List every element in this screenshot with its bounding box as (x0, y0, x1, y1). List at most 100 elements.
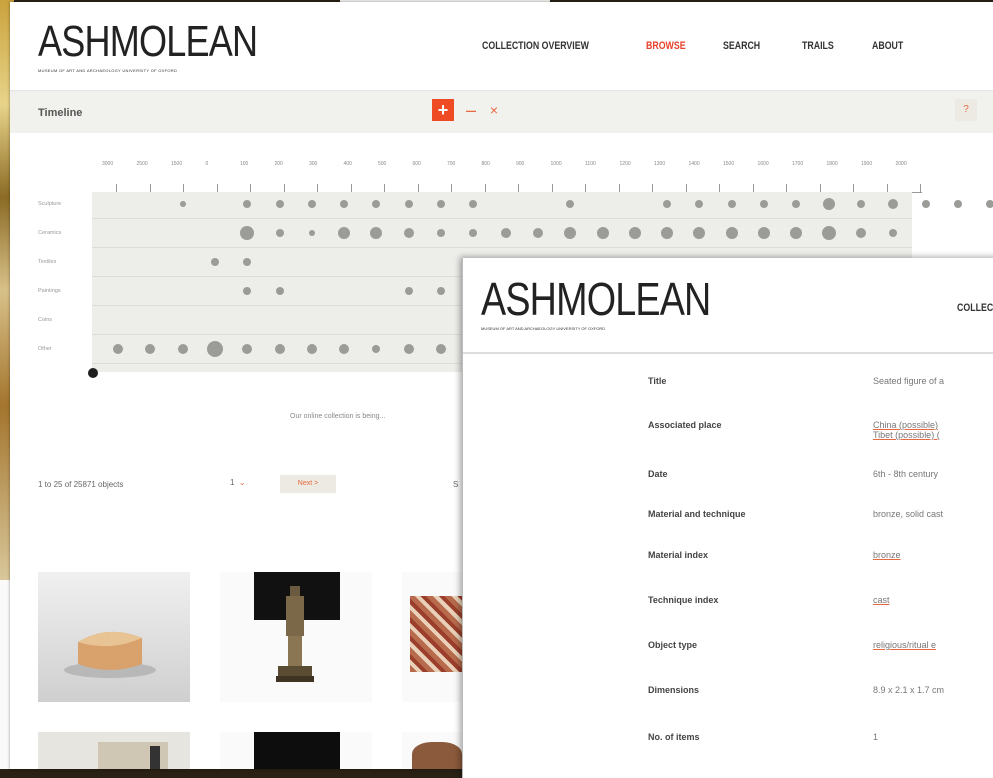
year-label: 700 (447, 161, 456, 167)
field-value[interactable]: bronze (873, 550, 901, 560)
nav-about[interactable]: ABOUT (872, 40, 903, 52)
timeline-dot[interactable] (436, 344, 446, 354)
timeline-dot[interactable] (532, 228, 543, 238)
timeline-dot[interactable] (564, 227, 577, 239)
timeline-dot[interactable] (275, 287, 284, 295)
timeline-dot[interactable] (889, 229, 898, 237)
timeline-dot[interactable] (628, 227, 641, 239)
timeline-dot[interactable] (274, 344, 285, 354)
timeline-dot[interactable] (240, 226, 255, 240)
timeline-dot[interactable] (822, 198, 835, 210)
timeline-tick (886, 184, 888, 192)
timeline-dot[interactable] (790, 227, 803, 239)
timeline-dot[interactable] (437, 287, 445, 295)
timeline-dot[interactable] (695, 200, 704, 208)
timeline-dot[interactable] (210, 258, 219, 266)
object-thumbnail[interactable] (220, 732, 372, 769)
timeline-dot[interactable] (338, 227, 351, 239)
field-value-text: religious/ritual e (873, 640, 937, 650)
timeline-drag-handle[interactable] (88, 368, 98, 378)
timeline-dot[interactable] (113, 344, 123, 354)
timeline-dot[interactable] (437, 229, 445, 237)
timeline-dot[interactable] (177, 344, 188, 354)
timeline-dot[interactable] (403, 228, 414, 238)
timeline-dot[interactable] (725, 227, 738, 239)
timeline-dot[interactable] (792, 200, 801, 208)
timeline-dot[interactable] (340, 200, 349, 208)
timeline-dot[interactable] (437, 200, 445, 208)
timeline-dot[interactable] (307, 200, 316, 208)
ashmolean-logo[interactable]: ASHMOLEAN (481, 276, 711, 322)
help-button[interactable]: ? (955, 99, 977, 121)
timeline-dot[interactable] (242, 344, 253, 354)
timeline-dot[interactable] (404, 287, 413, 295)
year-label: 300 (309, 161, 318, 167)
timeline-dot[interactable] (308, 230, 315, 236)
timeline-dot[interactable] (727, 200, 736, 208)
object-thumbnail[interactable] (38, 572, 190, 702)
field-value[interactable]: cast (873, 595, 890, 605)
nav-trails[interactable]: TRAILS (802, 40, 834, 52)
field-label: Date (648, 469, 668, 479)
timeline-dot[interactable] (855, 228, 866, 238)
timeline-tick (585, 184, 586, 192)
timeline-dot[interactable] (758, 227, 770, 239)
timeline-dot[interactable] (596, 227, 609, 239)
timeline-dot[interactable] (275, 200, 284, 208)
zoom-in-button[interactable]: + (432, 99, 454, 121)
timeline-dot[interactable] (921, 200, 930, 208)
timeline-dot[interactable] (693, 227, 706, 239)
year-label: 1300 (654, 161, 666, 167)
object-thumbnail[interactable] (220, 572, 372, 702)
timeline-dot[interactable] (661, 227, 674, 239)
nav-collection-overview[interactable]: COLLEC (957, 302, 993, 314)
logo-subtext: MUSEUM OF ART AND ARCHAEOLOGY UNIVERSITY… (481, 326, 606, 331)
field-value[interactable]: China (possible) Tibet (possible) ( (873, 420, 940, 440)
timeline-dot[interactable] (370, 227, 383, 239)
next-page-button[interactable]: Next > (280, 475, 336, 493)
timeline-dot[interactable] (206, 341, 223, 357)
timeline-dot[interactable] (566, 200, 575, 208)
ashmolean-logo[interactable]: ASHMOLEAN (38, 20, 258, 64)
timeline-dot[interactable] (953, 200, 962, 208)
timeline-tick (752, 184, 754, 192)
timeline-dot[interactable] (243, 258, 252, 266)
field-value: 6th - 8th century (873, 469, 938, 479)
field-value-text: 8.9 x 2.1 x 1.7 cm (873, 685, 945, 695)
timeline-tick (551, 184, 553, 192)
field-value[interactable]: religious/ritual e (873, 640, 936, 650)
timeline-dot[interactable] (469, 229, 478, 237)
timeline-dot[interactable] (404, 200, 413, 208)
timeline-tick (518, 184, 519, 192)
timeline-dot[interactable] (179, 201, 186, 207)
timeline-dot[interactable] (275, 229, 284, 237)
timeline-dot[interactable] (760, 200, 768, 208)
nav-browse[interactable]: BROWSE (646, 40, 686, 52)
timeline-dot[interactable] (663, 200, 672, 208)
reset-button[interactable]: × (483, 99, 505, 121)
page-select[interactable]: 1 ⌄ (230, 478, 246, 487)
nav-collection-overview[interactable]: COLLECTION OVERVIEW (482, 40, 589, 52)
timeline-dot[interactable] (403, 344, 414, 354)
timeline-dot[interactable] (339, 344, 350, 354)
timeline-dot[interactable] (243, 200, 252, 208)
timeline-dot[interactable] (821, 226, 836, 240)
timeline-dot[interactable] (500, 228, 511, 238)
timeline-tick (216, 184, 218, 192)
sort-control[interactable]: S (453, 480, 458, 489)
object-thumbnail[interactable] (38, 732, 190, 769)
timeline-dot[interactable] (145, 344, 156, 354)
timeline-tick (920, 184, 921, 192)
timeline-tick (719, 184, 720, 192)
timeline-dot[interactable] (243, 287, 252, 295)
timeline-dot[interactable] (372, 345, 381, 353)
timeline-dot[interactable] (986, 200, 993, 208)
timeline-dot[interactable] (469, 200, 478, 208)
timeline-dot[interactable] (372, 200, 381, 208)
field-label: Dimensions (648, 685, 700, 695)
nav-search[interactable]: SEARCH (723, 40, 760, 52)
zoom-out-button[interactable]: – (460, 99, 482, 121)
timeline-dot[interactable] (306, 344, 317, 354)
timeline-dot[interactable] (856, 200, 865, 208)
timeline-dot[interactable] (888, 199, 899, 209)
